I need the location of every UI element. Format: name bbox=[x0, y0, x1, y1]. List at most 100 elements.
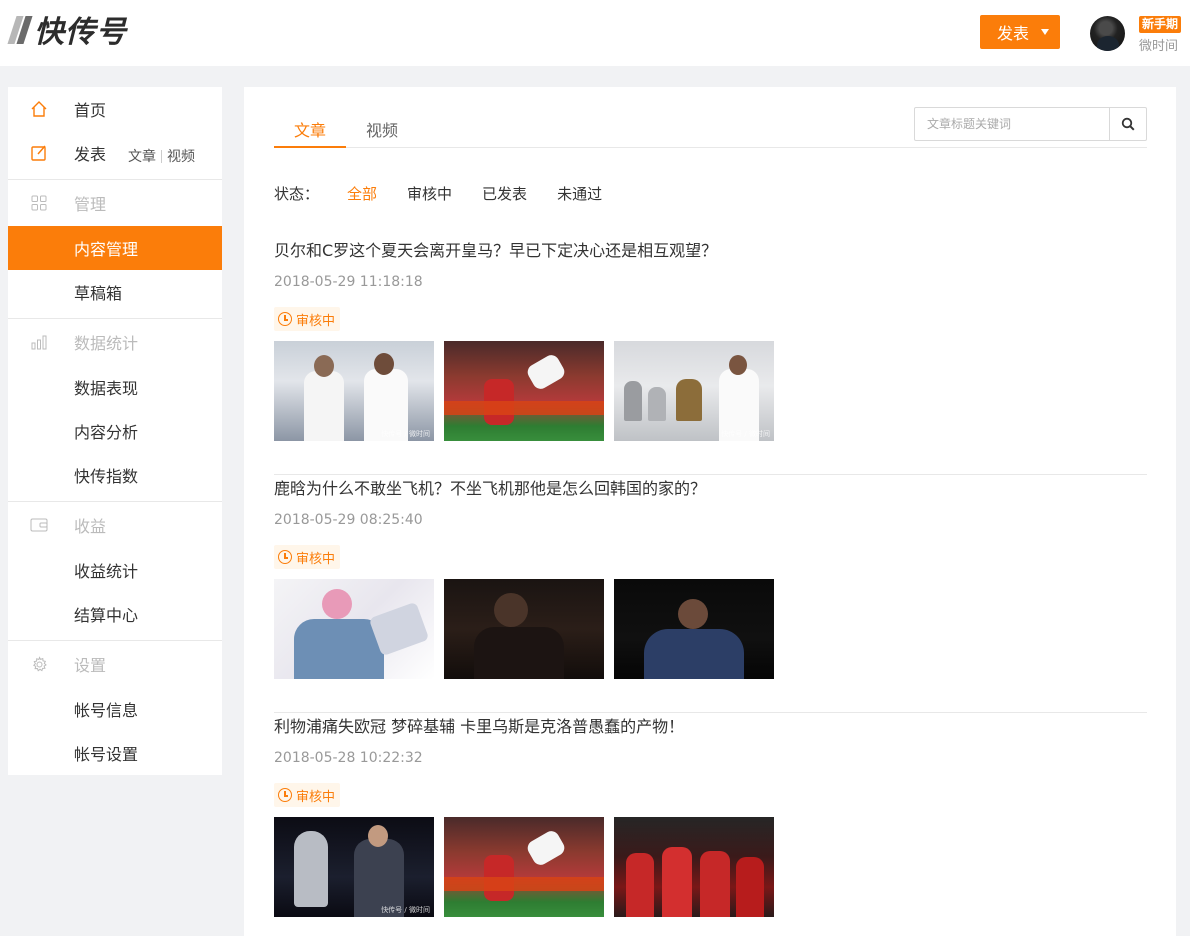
sidebar: 首页 发表 文章 视频 管理 内容管理 草稿箱 数据统计 数据表现 内容分析 快… bbox=[8, 87, 222, 775]
home-icon bbox=[29, 99, 49, 119]
sidebar-item-label: 快传指数 bbox=[74, 467, 139, 486]
divider bbox=[8, 640, 222, 641]
sidebar-section-title: 数据统计 bbox=[74, 334, 139, 353]
search-button[interactable] bbox=[1109, 108, 1146, 140]
article-thumbnails bbox=[274, 579, 784, 679]
tab-videos[interactable]: 视频 bbox=[366, 117, 398, 141]
status-text: 审核中 bbox=[296, 551, 336, 567]
sidebar-section-stats: 数据统计 bbox=[8, 320, 222, 364]
sidebar-item-content-manage[interactable]: 内容管理 bbox=[8, 226, 222, 270]
search-box bbox=[914, 107, 1147, 141]
sidebar-item-label: 草稿箱 bbox=[74, 284, 123, 303]
sidebar-item-income-stats[interactable]: 收益统计 bbox=[8, 548, 222, 592]
sidebar-item-label: 收益统计 bbox=[74, 562, 139, 581]
sidebar-item-label: 发表 bbox=[74, 145, 107, 164]
bar-chart-icon bbox=[29, 332, 49, 352]
divider bbox=[8, 318, 222, 319]
sidebar-item-content-analysis[interactable]: 内容分析 bbox=[8, 409, 222, 453]
divider bbox=[161, 149, 162, 163]
thumbnail-watermark: 快传号 / 微时间 bbox=[381, 906, 430, 914]
article-date: 2018-05-28 10:22:32 bbox=[274, 750, 423, 766]
publish-dropdown-button[interactable]: 发表 bbox=[980, 15, 1060, 49]
logo[interactable]: 快传号 bbox=[7, 12, 127, 50]
user-avatar[interactable] bbox=[1090, 16, 1125, 51]
status-badge: 审核中 bbox=[274, 545, 341, 569]
edit-icon bbox=[29, 143, 49, 163]
wallet-icon bbox=[29, 515, 49, 535]
article-item: 利物浦痛失欧冠 梦碎基辅 卡里乌斯是克洛普愚蠢的产物！ 2018-05-28 1… bbox=[274, 713, 1147, 936]
article-thumbnail[interactable]: 快传号 / 微时间 bbox=[274, 341, 434, 441]
publish-video-link[interactable]: 视频 bbox=[167, 146, 195, 166]
sidebar-section-title: 管理 bbox=[74, 195, 107, 214]
article-title[interactable]: 利物浦痛失欧冠 梦碎基辅 卡里乌斯是克洛普愚蠢的产物！ bbox=[274, 713, 684, 737]
article-thumbnail[interactable] bbox=[444, 579, 604, 679]
article-title[interactable]: 贝尔和C罗这个夏天会离开皇马？早已下定决心还是相互观望？ bbox=[274, 237, 717, 261]
user-level-badge: 新手期 bbox=[1139, 16, 1182, 33]
sidebar-item-drafts[interactable]: 草稿箱 bbox=[8, 270, 222, 314]
article-thumbnail[interactable] bbox=[274, 579, 434, 679]
sidebar-item-label: 首页 bbox=[74, 101, 107, 120]
status-badge: 审核中 bbox=[274, 307, 341, 331]
filter-rejected[interactable]: 未通过 bbox=[557, 183, 602, 204]
article-thumbnail[interactable] bbox=[444, 341, 604, 441]
sidebar-section-manage: 管理 bbox=[8, 181, 222, 225]
filter-all[interactable]: 全部 bbox=[347, 183, 377, 204]
sidebar-item-data-performance[interactable]: 数据表现 bbox=[8, 365, 222, 409]
publish-article-link[interactable]: 文章 bbox=[128, 146, 156, 166]
active-tab-indicator bbox=[274, 146, 346, 148]
sidebar-section-settings: 设置 bbox=[8, 642, 222, 686]
article-thumbnail[interactable]: 快传号 / 微时间 bbox=[614, 341, 774, 441]
clock-icon bbox=[278, 788, 292, 802]
caret-down-icon bbox=[1041, 29, 1049, 35]
sidebar-item-label: 帐号信息 bbox=[74, 701, 139, 720]
article-thumbnails: 快传号 / 微时间 快传号 / 微时间 bbox=[274, 341, 784, 441]
article-thumbnail[interactable]: 快传号 / 微时间 bbox=[274, 817, 434, 917]
thumbnail-watermark: 快传号 / 微时间 bbox=[721, 430, 770, 438]
logo-mark-icon bbox=[7, 14, 34, 44]
article-thumbnail[interactable] bbox=[614, 817, 774, 917]
clock-icon bbox=[278, 550, 292, 564]
publish-button-label: 发表 bbox=[997, 24, 1030, 43]
divider bbox=[8, 179, 222, 180]
article-item: 鹿晗为什么不敢坐飞机？不坐飞机那他是怎么回韩国的家的？ 2018-05-29 0… bbox=[274, 475, 1147, 713]
article-date: 2018-05-29 11:18:18 bbox=[274, 274, 423, 290]
article-thumbnails: 快传号 / 微时间 bbox=[274, 817, 784, 917]
article-thumbnail[interactable] bbox=[614, 579, 774, 679]
article-title[interactable]: 鹿晗为什么不敢坐飞机？不坐飞机那他是怎么回韩国的家的？ bbox=[274, 475, 706, 499]
search-input[interactable] bbox=[915, 108, 1109, 140]
publish-sub-links: 文章 视频 bbox=[128, 146, 195, 166]
filter-published[interactable]: 已发表 bbox=[482, 183, 527, 204]
sidebar-item-label: 帐号设置 bbox=[74, 745, 139, 764]
sidebar-item-publish[interactable]: 发表 文章 视频 bbox=[8, 131, 222, 175]
filter-reviewing[interactable]: 审核中 bbox=[407, 183, 452, 204]
sidebar-item-account-settings[interactable]: 帐号设置 bbox=[8, 731, 222, 775]
sidebar-item-label: 数据表现 bbox=[74, 379, 139, 398]
status-text: 审核中 bbox=[296, 789, 336, 805]
sidebar-item-account-info[interactable]: 帐号信息 bbox=[8, 687, 222, 731]
status-text: 审核中 bbox=[296, 313, 336, 329]
divider bbox=[8, 501, 222, 502]
thumbnail-watermark: 快传号 / 微时间 bbox=[381, 430, 430, 438]
filter-label: 状态： bbox=[274, 185, 320, 203]
logo-text: 快传号 bbox=[34, 15, 127, 50]
grid-icon bbox=[29, 193, 49, 213]
status-filter: 状态： 全部 审核中 已发表 未通过 bbox=[274, 183, 632, 204]
sidebar-item-label: 内容管理 bbox=[74, 240, 139, 259]
clock-icon bbox=[278, 312, 292, 326]
top-header: 快传号 发表 新手期 微时间 bbox=[0, 0, 1190, 66]
search-icon bbox=[1121, 117, 1135, 131]
sidebar-section-title: 收益 bbox=[74, 517, 107, 536]
article-item: 贝尔和C罗这个夏天会离开皇马？早已下定决心还是相互观望？ 2018-05-29 … bbox=[274, 237, 1147, 475]
tab-articles[interactable]: 文章 bbox=[294, 117, 326, 141]
article-date: 2018-05-29 08:25:40 bbox=[274, 512, 423, 528]
gear-icon bbox=[29, 654, 49, 674]
sidebar-item-settlement[interactable]: 结算中心 bbox=[8, 592, 222, 636]
status-badge: 审核中 bbox=[274, 783, 341, 807]
content-panel: 文章 视频 状态： 全部 审核中 已发表 未通过 贝尔和C罗这个夏天会离开皇马？… bbox=[244, 87, 1176, 936]
user-name[interactable]: 微时间 bbox=[1139, 35, 1178, 54]
sidebar-item-kuaichuan-index[interactable]: 快传指数 bbox=[8, 453, 222, 497]
article-thumbnail[interactable] bbox=[444, 817, 604, 917]
sidebar-item-home[interactable]: 首页 bbox=[8, 87, 222, 131]
sidebar-section-income: 收益 bbox=[8, 503, 222, 547]
sidebar-section-title: 设置 bbox=[74, 656, 107, 675]
